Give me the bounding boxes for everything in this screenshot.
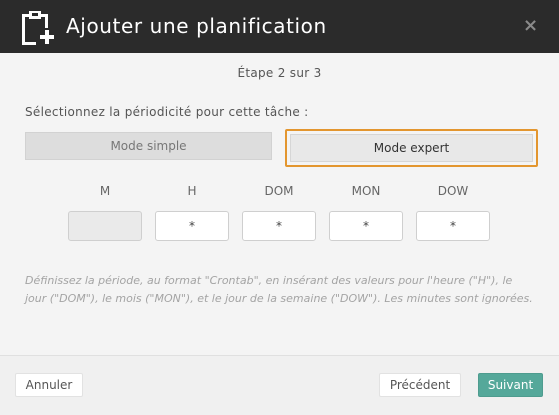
cron-minute-input bbox=[68, 211, 142, 241]
cron-hour-input[interactable] bbox=[155, 211, 229, 241]
cron-day-of-month-input[interactable] bbox=[242, 211, 316, 241]
close-icon[interactable]: × bbox=[523, 17, 538, 35]
clipboard-add-icon bbox=[22, 11, 54, 45]
schedule-dialog: Ajouter une planification × Étape 2 sur … bbox=[0, 0, 559, 415]
cron-label-minute: M bbox=[99, 184, 111, 198]
mode-simple-button[interactable]: Mode simple bbox=[25, 132, 272, 160]
next-button[interactable]: Suivant bbox=[478, 373, 543, 397]
crontab-help-text: Définissez la période, au format "Cronta… bbox=[25, 274, 533, 305]
dialog-header: Ajouter une planification × bbox=[0, 0, 559, 53]
dialog-footer: Annuler Précédent Suivant bbox=[0, 355, 559, 415]
periodicity-question: Sélectionnez la périodicité pour cette t… bbox=[25, 105, 309, 119]
cancel-button[interactable]: Annuler bbox=[15, 373, 83, 397]
mode-expert-button[interactable]: Mode expert bbox=[290, 134, 533, 162]
cron-day-of-week-input[interactable] bbox=[416, 211, 490, 241]
mode-expert-selection-frame: Mode expert bbox=[285, 129, 538, 167]
cron-label-hour: H bbox=[187, 184, 197, 198]
cron-month-input[interactable] bbox=[329, 211, 403, 241]
cron-label-month: MON bbox=[351, 184, 381, 198]
previous-button[interactable]: Précédent bbox=[379, 373, 461, 397]
cron-label-day-of-month: DOM bbox=[264, 184, 294, 198]
dialog-title: Ajouter une planification bbox=[66, 14, 327, 38]
cron-label-day-of-week: DOW bbox=[437, 184, 469, 198]
step-indicator: Étape 2 sur 3 bbox=[237, 66, 322, 80]
